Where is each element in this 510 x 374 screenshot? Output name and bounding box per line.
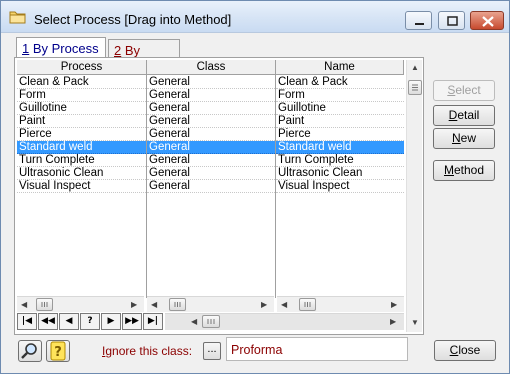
ignore-class-browse-button[interactable]: ... <box>203 342 221 360</box>
navigator-hscroll[interactable]: ▶ ◀ <box>165 313 404 330</box>
table-cell-class[interactable]: General <box>147 154 275 167</box>
prior-record-button[interactable]: ◀ <box>59 313 79 330</box>
table-cell-name[interactable]: Paint <box>276 115 404 128</box>
vertical-scrollbar[interactable]: ▲ ▼ <box>406 60 422 332</box>
table-cell-name[interactable]: Ultrasonic Clean <box>276 167 404 180</box>
table-cell-process[interactable]: Standard weld <box>17 141 146 154</box>
hscroll-name[interactable]: ◀ ▶ <box>277 296 404 312</box>
magnifier-icon <box>21 343 37 359</box>
hscroll-thumb[interactable] <box>299 298 316 311</box>
window-title: Select Process [Drag into Method] <box>34 12 232 27</box>
process-table[interactable]: Process Class Name Clean & Pack General Cl… <box>17 60 404 298</box>
scroll-left-icon[interactable]: ◀ <box>191 318 197 326</box>
search-record-button[interactable]: ? <box>80 313 100 330</box>
select-button-label: elect <box>455 83 481 97</box>
table-cell-process[interactable]: Turn Complete <box>17 154 146 167</box>
minimize-button[interactable] <box>405 11 432 30</box>
maximize-icon <box>447 16 458 26</box>
scroll-left-icon[interactable]: ◀ <box>281 301 287 309</box>
scroll-right-icon[interactable]: ▶ <box>391 301 397 309</box>
table-cell-name[interactable]: Visual Inspect <box>276 180 404 193</box>
grip-icon <box>304 302 311 307</box>
new-button-label: ew <box>460 131 476 145</box>
tab-by-process-label: By Process <box>29 41 99 56</box>
column-header-process[interactable]: Process <box>17 60 147 75</box>
first-record-button[interactable]: |◀ <box>17 313 37 330</box>
table-cell-name[interactable]: Guillotine <box>276 102 404 115</box>
grip-icon <box>207 319 215 324</box>
scroll-right-icon[interactable]: ▶ <box>131 301 137 309</box>
table-cell-class[interactable]: General <box>147 167 275 180</box>
table-cell-class[interactable]: General <box>147 115 275 128</box>
grip-icon <box>174 302 181 307</box>
hscroll-process[interactable]: ◀ ▶ <box>17 296 144 312</box>
detail-button-label: etail <box>457 108 480 122</box>
process-grid-panel: Process Class Name Clean & Pack General Cl… <box>14 57 424 335</box>
method-button-key: M <box>443 163 454 177</box>
table-cell-class[interactable]: General <box>147 141 275 154</box>
hscroll-thumb[interactable] <box>169 298 186 311</box>
method-button-label: ethod <box>453 163 485 177</box>
help-icon: ? <box>50 341 66 361</box>
last-record-button[interactable]: ▶| <box>143 313 163 330</box>
select-process-window: Select Process [Drag into Method] 1 By P… <box>0 0 510 374</box>
vertical-scroll-thumb[interactable] <box>408 80 422 95</box>
minimize-icon <box>415 23 424 25</box>
svg-text:?: ? <box>54 345 62 360</box>
hscroll-thumb[interactable] <box>36 298 53 311</box>
find-button[interactable] <box>18 340 42 362</box>
select-button[interactable]: Select <box>433 80 495 101</box>
grip-icon <box>41 302 48 307</box>
hscroll-class[interactable]: ◀ ▶ <box>147 296 274 312</box>
table-cell-class[interactable]: General <box>147 76 275 89</box>
table-cell-process[interactable]: Guillotine <box>17 102 146 115</box>
table-cell-name[interactable]: Pierce <box>276 128 404 141</box>
new-button[interactable]: New <box>433 128 495 149</box>
folder-icon <box>9 10 27 24</box>
method-button[interactable]: Method <box>433 160 495 181</box>
scroll-up-icon[interactable]: ▲ <box>411 64 419 72</box>
table-cell-name[interactable]: Standard weld <box>276 141 404 154</box>
close-window-button[interactable] <box>470 11 504 30</box>
table-cell-process[interactable]: Clean & Pack <box>17 76 146 89</box>
table-cell-class[interactable]: General <box>147 128 275 141</box>
table-cell-process[interactable]: Pierce <box>17 128 146 141</box>
grip-icon <box>412 84 418 91</box>
close-button-label: lose <box>458 343 481 357</box>
scroll-right-icon[interactable]: ▶ <box>390 318 396 326</box>
ignore-class-label: Ignore this class: <box>102 344 192 358</box>
next-page-button[interactable]: ▶▶ <box>122 313 142 330</box>
scroll-right-icon[interactable]: ▶ <box>261 301 267 309</box>
ignore-label-text: gnore this class: <box>105 344 193 358</box>
scroll-left-icon[interactable]: ◀ <box>151 301 157 309</box>
help-button[interactable]: ? <box>46 340 70 362</box>
table-cell-process[interactable]: Visual Inspect <box>17 180 146 193</box>
table-cell-name[interactable]: Clean & Pack <box>276 76 404 89</box>
close-button[interactable]: Close <box>434 340 496 361</box>
table-cell-process[interactable]: Paint <box>17 115 146 128</box>
table-cell-name[interactable]: Form <box>276 89 404 102</box>
navigator-scroll-thumb[interactable] <box>202 315 220 328</box>
table-cell-name[interactable]: Turn Complete <box>276 154 404 167</box>
detail-button[interactable]: Detail <box>433 105 495 126</box>
prior-page-button[interactable]: ◀◀ <box>38 313 58 330</box>
table-cell-process[interactable]: Ultrasonic Clean <box>17 167 146 180</box>
scroll-left-icon[interactable]: ◀ <box>21 301 27 309</box>
ignore-class-field[interactable]: Proforma <box>226 337 408 361</box>
column-header-class[interactable]: Class <box>147 60 276 75</box>
close-icon <box>482 16 494 27</box>
maximize-button[interactable] <box>438 11 465 30</box>
table-cell-process[interactable]: Form <box>17 89 146 102</box>
table-cell-class[interactable]: General <box>147 102 275 115</box>
table-cell-class[interactable]: General <box>147 180 275 193</box>
column-header-name[interactable]: Name <box>276 60 404 75</box>
new-button-key: N <box>451 131 461 145</box>
next-record-button[interactable]: ▶ <box>101 313 121 330</box>
scroll-down-icon[interactable]: ▼ <box>411 319 419 327</box>
title-bar[interactable]: Select Process [Drag into Method] <box>1 1 509 33</box>
table-cell-class[interactable]: General <box>147 89 275 102</box>
